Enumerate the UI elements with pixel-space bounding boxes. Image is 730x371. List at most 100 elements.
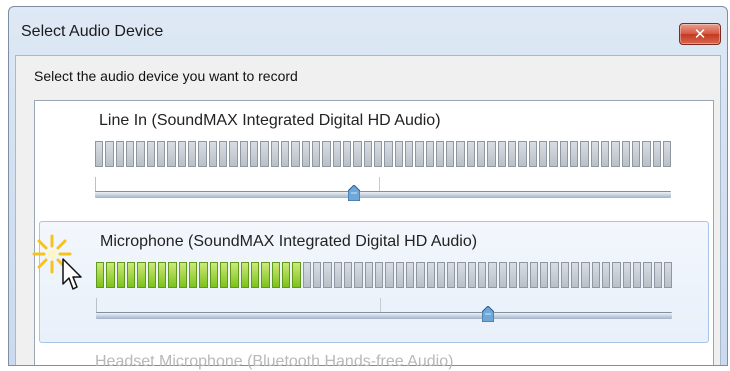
meter-segment xyxy=(447,262,456,288)
device-name-headset[interactable]: Headset Microphone (Bluetooth Hands-free… xyxy=(95,353,453,371)
meter-segment xyxy=(405,262,415,288)
meter-segment xyxy=(581,262,590,288)
meter-segment xyxy=(125,141,135,167)
meter-segment xyxy=(292,262,301,288)
meter-segment xyxy=(96,262,105,288)
meter-segment xyxy=(374,262,384,288)
meter-segment xyxy=(188,262,198,288)
meter-segment xyxy=(529,262,539,288)
meter-segment xyxy=(664,262,673,288)
meter-segment xyxy=(373,141,383,167)
volume-slider-line-in[interactable] xyxy=(95,177,671,203)
meter-segment xyxy=(167,141,176,167)
meter-segment xyxy=(146,141,155,167)
meter-segment xyxy=(426,262,435,288)
meter-segment xyxy=(571,262,580,288)
meter-segment xyxy=(385,262,394,288)
meter-segment xyxy=(342,141,352,167)
meter-segment xyxy=(199,262,208,288)
meter-segment xyxy=(136,141,145,167)
meter-segment xyxy=(270,141,279,167)
select-audio-device-dialog: Select Audio Device ✕ Select the audio d… xyxy=(8,6,728,370)
meter-segment xyxy=(240,262,249,288)
meter-segment xyxy=(333,262,342,288)
meter-segment xyxy=(384,141,393,167)
meter-segment xyxy=(559,141,569,167)
slider-track xyxy=(95,191,671,198)
meter-segment xyxy=(436,262,446,288)
slider-tick xyxy=(379,177,380,191)
meter-segment xyxy=(364,262,373,288)
device-item-line-in[interactable]: Line In (SoundMAX Integrated Digital HD … xyxy=(39,101,709,221)
meter-segment xyxy=(478,262,487,288)
close-icon: ✕ xyxy=(693,25,707,43)
meter-segment xyxy=(643,262,652,288)
slider-track xyxy=(96,312,672,319)
meter-segment xyxy=(528,141,538,167)
meter-segment xyxy=(271,262,280,288)
meter-segment xyxy=(591,262,601,288)
meter-segment xyxy=(261,262,270,288)
mouse-cursor xyxy=(32,232,92,301)
meter-segment xyxy=(652,141,662,167)
meter-segment xyxy=(354,262,363,288)
level-meter-microphone xyxy=(96,262,673,288)
meter-segment xyxy=(395,262,404,288)
device-item-microphone[interactable]: Microphone (SoundMAX Integrated Digital … xyxy=(39,221,709,343)
meter-segment xyxy=(198,141,207,167)
meter-segment xyxy=(580,141,589,167)
meter-segment xyxy=(435,141,445,167)
meter-segment xyxy=(632,141,641,167)
meter-segment xyxy=(612,262,621,288)
meter-segment xyxy=(301,141,310,167)
meter-segment xyxy=(466,141,476,167)
meter-segment xyxy=(394,141,403,167)
meter-segment xyxy=(105,141,114,167)
meter-segment xyxy=(653,262,663,288)
slider-thumb-icon[interactable] xyxy=(348,185,361,201)
meter-segment xyxy=(157,262,167,288)
meter-segment xyxy=(509,262,518,288)
meter-segment xyxy=(343,262,353,288)
meter-segment xyxy=(229,141,238,167)
device-list[interactable]: Line In (SoundMAX Integrated Digital HD … xyxy=(34,100,714,370)
meter-segment xyxy=(488,262,497,288)
meter-segment xyxy=(95,141,104,167)
meter-segment xyxy=(177,141,186,167)
meter-segment xyxy=(250,262,260,288)
meter-segment xyxy=(168,262,177,288)
meter-segment xyxy=(611,141,620,167)
mouse-pointer-icon xyxy=(62,258,82,290)
meter-segment xyxy=(302,262,311,288)
meter-segment xyxy=(601,141,610,167)
dialog-client-area: Select the audio device you want to reco… xyxy=(15,55,721,370)
meter-segment xyxy=(519,262,528,288)
meter-segment xyxy=(550,262,559,288)
meter-segment xyxy=(457,262,466,288)
meter-segment xyxy=(446,141,455,167)
meter-segment xyxy=(477,141,486,167)
meter-segment xyxy=(280,141,290,167)
meter-segment xyxy=(239,141,248,167)
slider-thumb-icon[interactable] xyxy=(481,306,494,322)
meter-segment xyxy=(508,141,517,167)
meter-segment xyxy=(602,262,611,288)
volume-slider-microphone[interactable] xyxy=(96,298,672,324)
meter-segment xyxy=(570,141,579,167)
meter-segment xyxy=(590,141,600,167)
meter-segment xyxy=(209,262,218,288)
close-button[interactable]: ✕ xyxy=(679,23,721,45)
meter-segment xyxy=(332,141,341,167)
meter-segment xyxy=(621,141,631,167)
meter-segment xyxy=(312,262,322,288)
meter-segment xyxy=(178,262,187,288)
meter-segment xyxy=(187,141,197,167)
dialog-title: Select Audio Device xyxy=(21,23,164,40)
device-name-microphone: Microphone (SoundMAX Integrated Digital … xyxy=(100,233,478,250)
meter-segment xyxy=(322,141,331,167)
meter-segment xyxy=(218,141,228,167)
meter-segment xyxy=(415,141,424,167)
meter-segment xyxy=(126,262,136,288)
meter-segment xyxy=(323,262,332,288)
meter-segment xyxy=(518,141,527,167)
